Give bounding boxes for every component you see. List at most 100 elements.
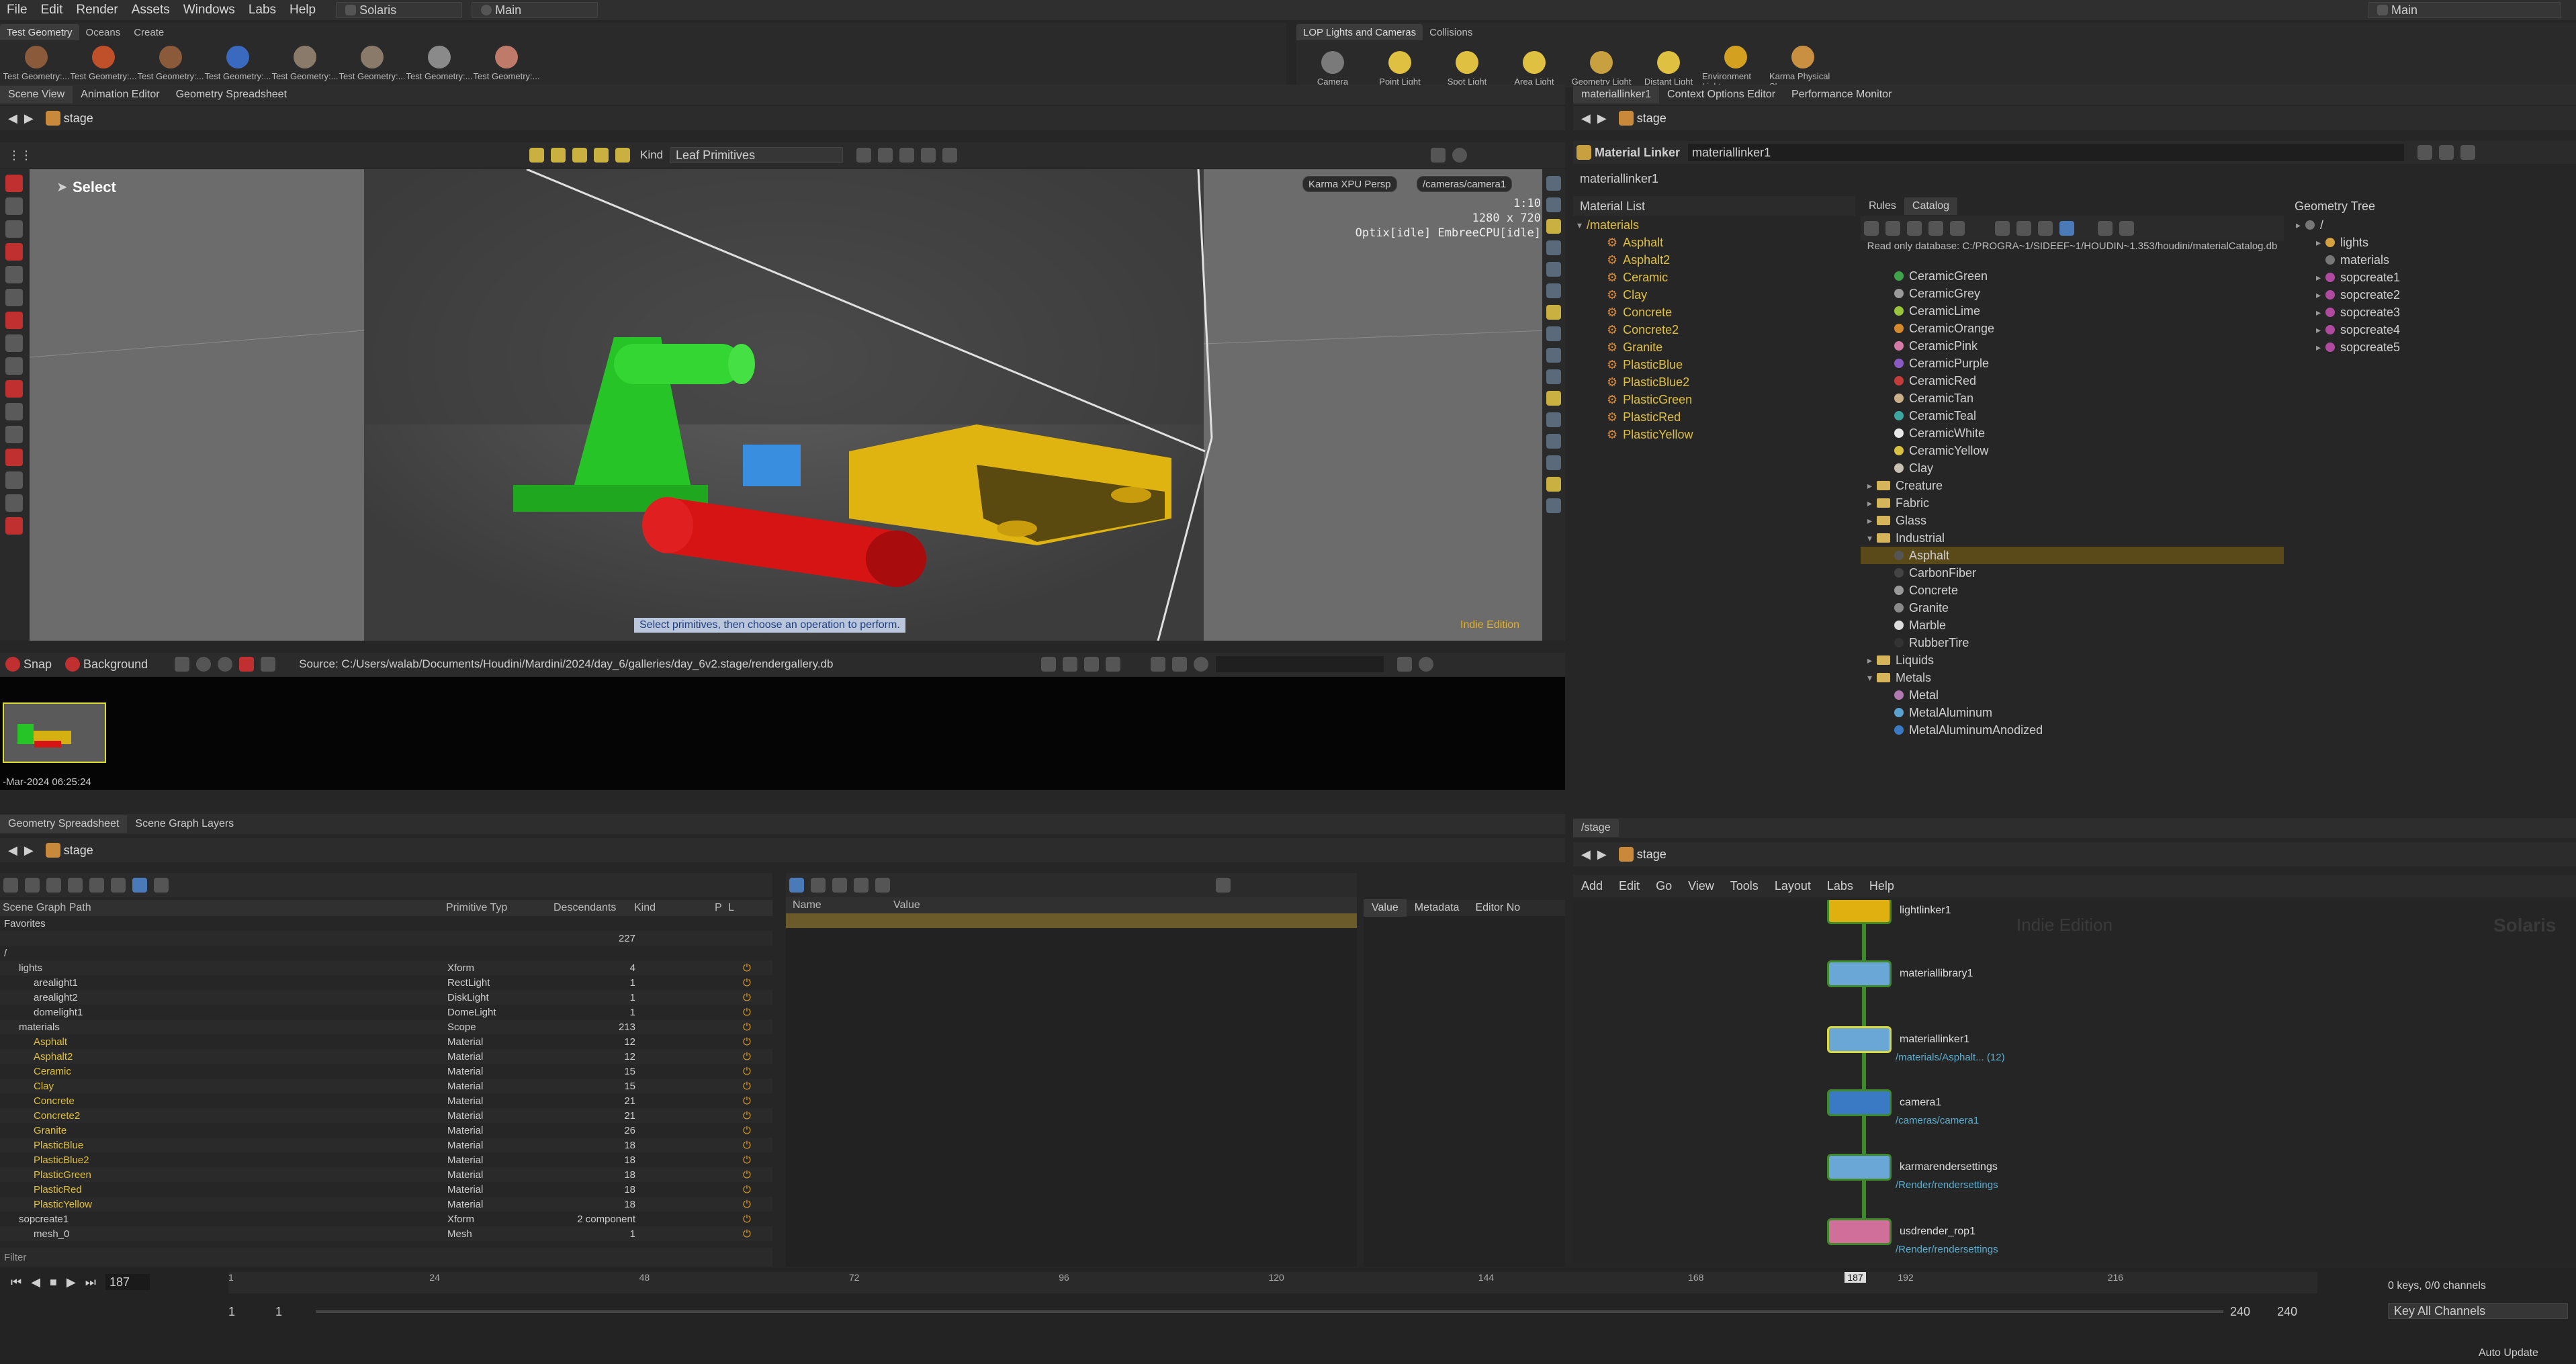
material-item[interactable]: ⚙ PlasticYellow: [1573, 426, 1855, 443]
viewport-tool-icon[interactable]: [5, 403, 23, 420]
display-option-icon[interactable]: [1546, 391, 1561, 406]
sg-tool7-icon[interactable]: [132, 878, 147, 893]
viewer-tab-1[interactable]: Animation Editor: [73, 86, 167, 103]
catalog-view1-icon[interactable]: [1995, 221, 2010, 236]
scene-graph-row[interactable]: Granite Material 26 ⏻: [0, 1123, 772, 1138]
viewport-tool-icon[interactable]: [5, 220, 23, 238]
catalog-material[interactable]: CeramicGreen: [1861, 267, 2284, 285]
attr-view4-icon[interactable]: [854, 878, 869, 893]
menu-render[interactable]: Render: [69, 3, 124, 17]
help-icon[interactable]: [1452, 148, 1468, 163]
geometry-tree-item[interactable]: ▸ sopcreate1: [2289, 269, 2576, 286]
catalog-material[interactable]: CeramicWhite: [1861, 424, 2284, 442]
scene-graph-row[interactable]: Ceramic Material 15 ⏻: [0, 1064, 772, 1079]
gallery-settings-icon[interactable]: [1397, 657, 1413, 672]
display-option-icon[interactable]: [1546, 455, 1561, 470]
network-menu-edit[interactable]: Edit: [1611, 879, 1648, 893]
network-path[interactable]: stage: [1637, 848, 1667, 862]
expanded-icon[interactable]: ▾: [1867, 672, 1877, 684]
range-slider[interactable]: [316, 1310, 2224, 1313]
shelf-right-tab-1[interactable]: Collisions: [1423, 24, 1479, 40]
geometry-tree-item[interactable]: ▸ sopcreate4: [2289, 321, 2576, 338]
delete-icon[interactable]: [1172, 657, 1188, 672]
scene-graph-row[interactable]: Asphalt2 Material 12 ⏻: [0, 1049, 772, 1064]
viewport-tool-icon[interactable]: [5, 494, 23, 512]
geometry-tree-item[interactable]: ▸ lights: [2289, 234, 2576, 251]
scene-graph-row[interactable]: mesh_0 Mesh 1 ⏻: [0, 1226, 772, 1241]
node-tool2-icon[interactable]: [2439, 145, 2454, 160]
geometry-tree-item[interactable]: ▸ sopcreate5: [2289, 338, 2576, 356]
display-option-icon[interactable]: [1546, 412, 1561, 427]
select-mode3-icon[interactable]: [594, 148, 609, 163]
visibility-icon[interactable]: ⏻: [743, 1184, 751, 1195]
param-back-icon[interactable]: ◀: [1581, 111, 1591, 126]
visibility-icon[interactable]: ⏻: [743, 1007, 751, 1018]
material-item[interactable]: ⚙ PlasticBlue: [1573, 356, 1855, 373]
viewport-tool-icon[interactable]: [5, 449, 23, 466]
attributes-selected-row[interactable]: [786, 913, 1357, 928]
shelf-tab-1[interactable]: Oceans: [79, 24, 128, 40]
param-tab-1[interactable]: Context Options Editor: [1659, 86, 1783, 103]
value-tab-2[interactable]: Editor No: [1467, 899, 1528, 917]
attr-view1-icon[interactable]: [789, 878, 804, 893]
material-item[interactable]: ⚙ PlasticRed: [1573, 408, 1855, 426]
sheet-path[interactable]: stage: [64, 844, 93, 858]
viewer-path[interactable]: stage: [64, 111, 93, 126]
scene-graph-row[interactable]: /: [0, 946, 772, 960]
sg-tool8-icon[interactable]: [154, 878, 169, 893]
camera-select[interactable]: /cameras/camera1: [1417, 176, 1513, 192]
scene-graph-row[interactable]: arealight2 DiskLight 1 ⏻: [0, 990, 772, 1005]
step-back-icon[interactable]: ◀: [31, 1275, 40, 1289]
scene-graph-row[interactable]: lights Xform 4 ⏻: [0, 960, 772, 975]
sheet-tab-0[interactable]: Geometry Spreadsheet: [0, 815, 128, 833]
display-option-icon[interactable]: [1546, 477, 1561, 492]
shelf-tab-0[interactable]: Test Geometry: [0, 24, 79, 40]
shelf-tool-test-geometry[interactable]: Test Geometry:...: [204, 46, 271, 81]
display-option-icon[interactable]: [1546, 434, 1561, 449]
visibility-icon[interactable]: ⏻: [743, 1095, 751, 1107]
shelf-right-tab-0[interactable]: LOP Lights and Cameras: [1296, 24, 1423, 40]
attr-view3-icon[interactable]: [832, 878, 847, 893]
sg-tool1-icon[interactable]: [3, 878, 18, 893]
display-option-icon[interactable]: [1546, 176, 1561, 191]
catalog-tool5-icon[interactable]: [1950, 221, 1965, 236]
gallery-grid-icon[interactable]: [1041, 657, 1057, 672]
display-option-icon[interactable]: [1546, 305, 1561, 320]
network-node-karmarendersettings[interactable]: karmarendersettings: [1827, 1154, 1998, 1181]
scene-graph-row[interactable]: Asphalt Material 12 ⏻: [0, 1034, 772, 1049]
node-name-field[interactable]: materiallinker1: [1688, 144, 2405, 161]
scene-graph-row[interactable]: Concrete2 Material 21 ⏻: [0, 1108, 772, 1123]
sg-tool5-icon[interactable]: [89, 878, 104, 893]
viewport-tool-icon[interactable]: [5, 312, 23, 329]
viewport-tool-icon[interactable]: [5, 426, 23, 443]
param-forward-icon[interactable]: ▶: [1597, 111, 1607, 126]
collapsed-icon[interactable]: ▸: [1867, 515, 1877, 527]
catalog-folder[interactable]: ▾ Industrial: [1861, 529, 2284, 547]
visibility-icon[interactable]: ⏻: [743, 1051, 751, 1062]
stop-icon[interactable]: ■: [50, 1275, 57, 1289]
menu-windows[interactable]: Windows: [177, 3, 242, 17]
scene-graph-row[interactable]: PlasticGreen Material 18 ⏻: [0, 1167, 772, 1182]
sg-tool6-icon[interactable]: [111, 878, 126, 893]
network-node-materiallinker1[interactable]: materiallinker1: [1827, 1026, 1969, 1053]
viewer-tab-2[interactable]: Geometry Spreadsheet: [168, 86, 295, 103]
visibility-icon[interactable]: ⏻: [743, 1214, 751, 1225]
visibility-icon[interactable]: ⏻: [743, 1021, 751, 1033]
display-option-icon[interactable]: [1546, 348, 1561, 363]
search-icon[interactable]: [1194, 657, 1209, 672]
viewport-tool-icon[interactable]: [5, 334, 23, 352]
gallery-grid3-icon[interactable]: [1084, 657, 1100, 672]
sheet-back-icon[interactable]: ◀: [8, 844, 17, 858]
catalog-view3-icon[interactable]: [2038, 221, 2053, 236]
toggle-icon[interactable]: [856, 148, 872, 163]
viewer-tab-0[interactable]: Scene View: [0, 86, 73, 103]
catalog-tab-1[interactable]: Catalog: [1904, 197, 1958, 215]
menu-help[interactable]: Help: [283, 3, 322, 17]
shelf-tool-point-light[interactable]: Point Light: [1366, 50, 1433, 87]
network-main-select[interactable]: Main: [472, 2, 598, 18]
catalog-folder[interactable]: ▸ Creature: [1861, 477, 2284, 494]
display-option-icon[interactable]: [1546, 262, 1561, 277]
ab-icon[interactable]: [239, 657, 255, 672]
network-tab-0[interactable]: /stage: [1573, 819, 1619, 837]
gear-icon[interactable]: [1431, 148, 1446, 163]
